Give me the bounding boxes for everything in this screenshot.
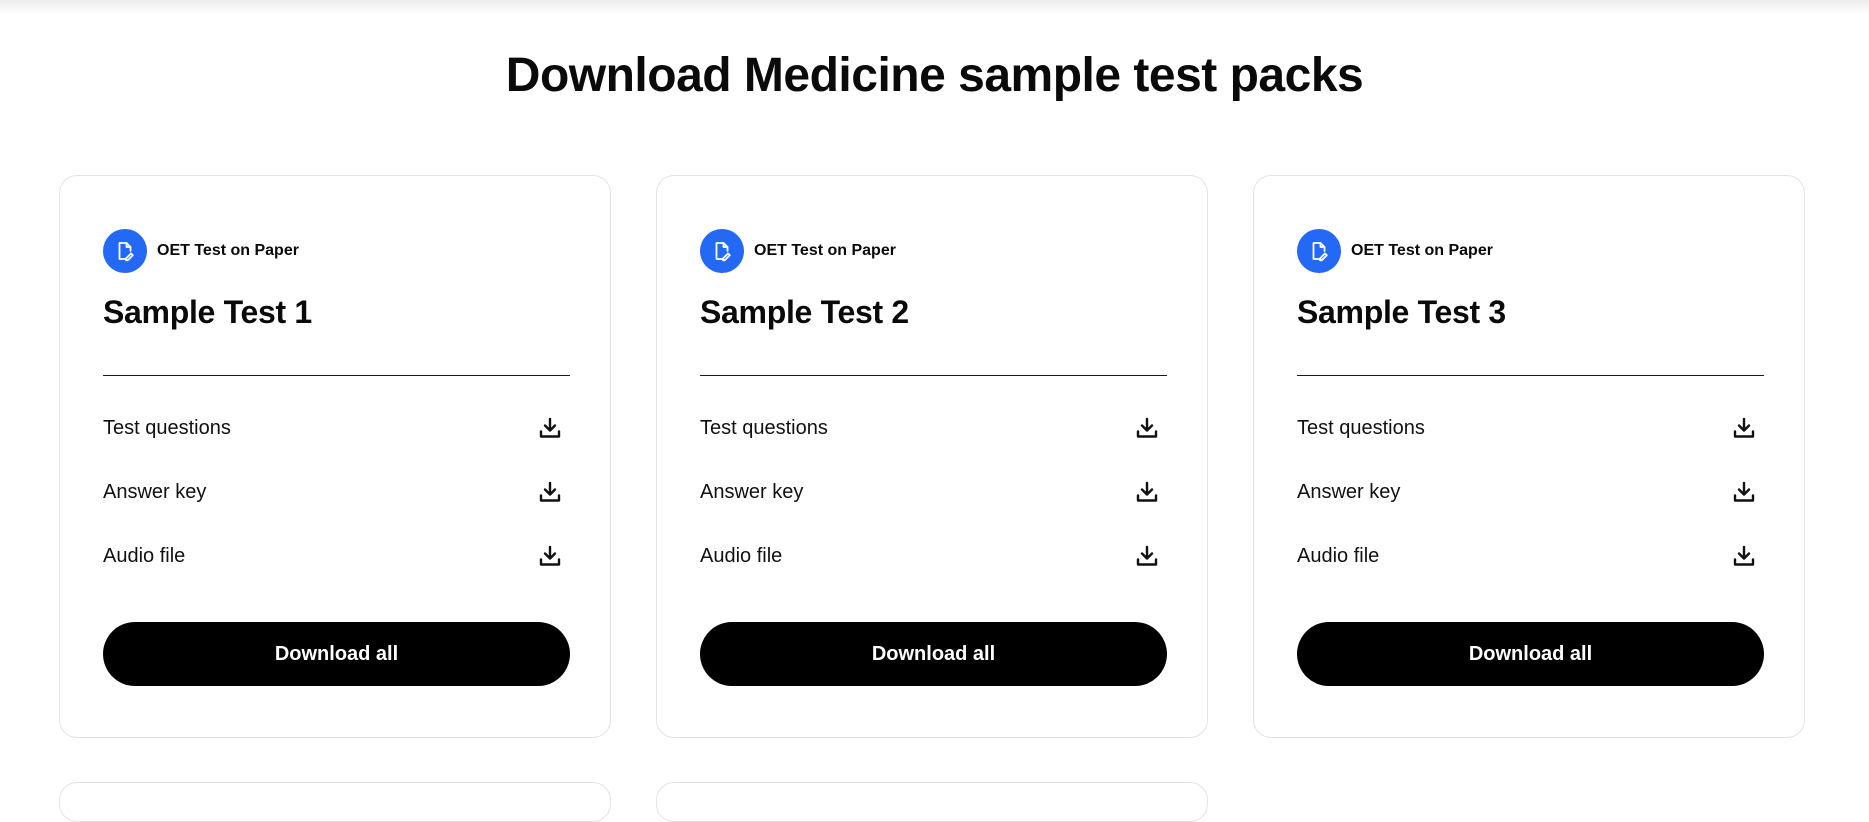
download-icon[interactable] xyxy=(530,536,570,576)
download-all-button[interactable]: Download all xyxy=(1297,622,1764,686)
download-icon[interactable] xyxy=(1724,472,1764,512)
file-label: Audio file xyxy=(1297,544,1380,567)
file-row-test-questions[interactable]: Test questions xyxy=(1297,408,1764,448)
file-label: Test questions xyxy=(700,416,828,439)
paper-edit-icon xyxy=(1297,229,1341,273)
download-icon[interactable] xyxy=(530,472,570,512)
sample-test-card: OET Test on Paper Sample Test 1 Test que… xyxy=(59,175,611,738)
test-type-badge: OET Test on Paper xyxy=(700,229,896,273)
file-row-audio-file[interactable]: Audio file xyxy=(103,536,570,576)
file-row-test-questions[interactable]: Test questions xyxy=(103,408,570,448)
sample-test-card-partial xyxy=(59,782,611,822)
download-icon[interactable] xyxy=(1127,472,1167,512)
paper-edit-icon xyxy=(700,229,744,273)
sample-test-card: OET Test on Paper Sample Test 3 Test que… xyxy=(1253,175,1805,738)
badge-label: OET Test on Paper xyxy=(754,242,896,259)
file-row-test-questions[interactable]: Test questions xyxy=(700,408,1167,448)
file-label: Test questions xyxy=(103,416,231,439)
file-label: Answer key xyxy=(700,480,804,503)
sample-test-card-partial xyxy=(656,782,1208,822)
download-icon[interactable] xyxy=(1127,536,1167,576)
download-all-button[interactable]: Download all xyxy=(103,622,570,686)
sample-test-card: OET Test on Paper Sample Test 2 Test que… xyxy=(656,175,1208,738)
file-row-answer-key[interactable]: Answer key xyxy=(700,472,1167,512)
card-title: Sample Test 1 xyxy=(103,294,312,330)
download-icon[interactable] xyxy=(530,408,570,448)
test-type-badge: OET Test on Paper xyxy=(1297,229,1493,273)
badge-label: OET Test on Paper xyxy=(1351,242,1493,259)
file-row-audio-file[interactable]: Audio file xyxy=(700,536,1167,576)
file-row-answer-key[interactable]: Answer key xyxy=(1297,472,1764,512)
file-row-audio-file[interactable]: Audio file xyxy=(1297,536,1764,576)
divider xyxy=(700,375,1167,376)
download-icon[interactable] xyxy=(1724,536,1764,576)
card-title: Sample Test 3 xyxy=(1297,294,1506,330)
badge-label: OET Test on Paper xyxy=(157,242,299,259)
file-label: Audio file xyxy=(700,544,783,567)
card-title: Sample Test 2 xyxy=(700,294,909,330)
divider xyxy=(103,375,570,376)
test-type-badge: OET Test on Paper xyxy=(103,229,299,273)
file-row-answer-key[interactable]: Answer key xyxy=(103,472,570,512)
paper-edit-icon xyxy=(103,229,147,273)
download-all-button[interactable]: Download all xyxy=(700,622,1167,686)
file-label: Answer key xyxy=(1297,480,1401,503)
sample-test-cards: OET Test on Paper Sample Test 1 Test que… xyxy=(0,0,1869,822)
download-icon[interactable] xyxy=(1127,408,1167,448)
file-label: Audio file xyxy=(103,544,186,567)
file-label: Answer key xyxy=(103,480,207,503)
file-label: Test questions xyxy=(1297,416,1425,439)
divider xyxy=(1297,375,1764,376)
download-icon[interactable] xyxy=(1724,408,1764,448)
